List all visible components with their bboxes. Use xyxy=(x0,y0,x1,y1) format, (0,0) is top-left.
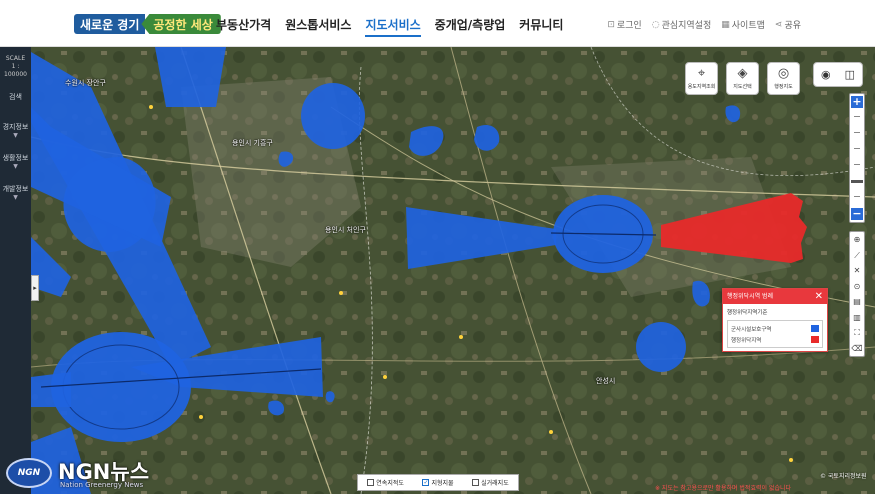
location-icon[interactable]: ⊕ xyxy=(850,232,864,248)
legend-list: 군사시설보호구역 행정위닥지역 xyxy=(727,320,823,348)
nav-real-estate-price[interactable]: 부동산가격 xyxy=(216,16,271,37)
poi-marker xyxy=(149,105,153,109)
layers-icon: ◈ xyxy=(737,66,748,81)
header: 새로운 경기 공정한 세상 부동산가격 원스톱서비스 지도서비스 중개업/측량업… xyxy=(0,0,875,47)
distance-icon: ⌖ xyxy=(697,66,706,81)
terrain-feature-toggle[interactable]: ✓ 지형지물 xyxy=(422,478,454,487)
nav-brokerage-survey[interactable]: 중개업/측량업 xyxy=(435,16,506,37)
zoom-control: + − xyxy=(849,93,865,223)
zoom-tick xyxy=(854,196,860,197)
cadastral-map-toggle[interactable]: 연속지적도 xyxy=(367,478,404,487)
military-zone xyxy=(155,47,226,107)
legend-item: 군사시설보호구역 xyxy=(731,323,819,334)
poi-marker xyxy=(199,415,203,419)
fullscreen-icon[interactable]: ⛶ xyxy=(850,325,864,341)
transaction-map-toggle[interactable]: 실거래지도 xyxy=(472,478,509,487)
measure-distance-icon[interactable]: ⟋ xyxy=(850,248,864,264)
sidebar-item-land-info[interactable]: 경지정보 ▼ xyxy=(0,122,31,139)
eraser-icon[interactable]: ⌫ xyxy=(850,341,864,357)
poi-marker xyxy=(789,458,793,462)
legend-body: 행정위닥지역기준 군사시설보호구역 행정위닥지역 xyxy=(723,304,827,352)
sidebar-item-development-info[interactable]: 개발정보 ▼ xyxy=(0,184,31,201)
legend-item: 행정위닥지역 xyxy=(731,334,819,345)
checkbox[interactable] xyxy=(367,479,375,486)
split-screen-icon[interactable]: ▥ xyxy=(850,310,864,326)
place-label: 안성시 xyxy=(596,377,616,385)
print-icon[interactable]: ▤ xyxy=(850,294,864,310)
military-zone xyxy=(301,83,365,149)
ngn-logo: NGN xyxy=(6,458,52,488)
watermark-sub: Nation Greenergy News xyxy=(60,481,144,489)
zoom-tick xyxy=(854,132,860,133)
approach-zone xyxy=(31,372,71,407)
sidebar-item-search[interactable]: 검색 xyxy=(0,92,31,102)
poi-marker xyxy=(549,430,553,434)
map-scale: SCALE 1 : 100000 xyxy=(4,55,27,78)
sidebar-item-life-info[interactable]: 생활정보 ▼ xyxy=(0,153,31,170)
land-use-query-button[interactable]: ⌖ 용도지역조회 xyxy=(685,62,718,95)
user-icon: ⊡ xyxy=(607,19,615,30)
caret-down-icon: ▼ xyxy=(13,132,18,139)
checkbox[interactable] xyxy=(472,479,480,486)
disclaimer-text: ※ 지도는 참고용으로만 활용하며 법적효력이 없습니다 xyxy=(655,485,792,492)
legend-popup: 행정위닥시역 범례 ✕ 행정위닥지역기준 군사시설보호구역 행정위닥지역 xyxy=(722,288,828,352)
caret-down-icon: ▼ xyxy=(13,194,18,201)
zoom-slider-handle[interactable] xyxy=(851,180,863,183)
airbase-zone xyxy=(51,332,191,442)
copyright-text: © 국토지리정보원 xyxy=(820,473,867,480)
utility-links: ⊡ 로그인 ◌ 관심지역설정 ▦ 사이트맵 ⋖ 공유 xyxy=(607,18,801,32)
view-toggle[interactable]: ◉ ◫ xyxy=(813,62,863,87)
map-canvas[interactable] xyxy=(31,47,875,494)
close-icon[interactable]: ✕ xyxy=(815,289,823,304)
logo-part2: 공정한 세상 xyxy=(141,14,221,34)
pin-icon: ◌ xyxy=(651,19,660,30)
checkbox[interactable]: ✓ xyxy=(422,479,430,486)
share-icon: ⋖ xyxy=(774,19,783,30)
zoom-tick xyxy=(854,148,860,149)
place-label: 용인시 기흥구 xyxy=(232,139,273,147)
legend-swatch xyxy=(811,325,819,332)
map-select-button[interactable]: ◈ 지도선택 xyxy=(726,62,759,95)
share-link[interactable]: ⋖ 공유 xyxy=(774,18,801,32)
poi-marker xyxy=(459,335,463,339)
zoom-tick xyxy=(854,116,860,117)
poi-marker xyxy=(383,375,387,379)
satellite-map[interactable] xyxy=(31,47,875,494)
measure-area-icon[interactable]: ✕ xyxy=(850,263,864,279)
nav-community[interactable]: 커뮤니티 xyxy=(519,16,563,37)
sitemap-link[interactable]: ▦ 사이트맵 xyxy=(721,18,765,32)
place-label: 용인시 처인구 xyxy=(325,226,366,234)
site-logo[interactable]: 새로운 경기 공정한 세상 xyxy=(74,14,221,34)
admin-map-button[interactable]: ◎ 행정지도 xyxy=(767,62,800,95)
zoom-out-button[interactable]: − xyxy=(851,208,863,220)
legend-subtitle: 행정위닥지역기준 xyxy=(727,310,768,316)
sidebar-toggle-button[interactable]: ▸ xyxy=(31,275,39,301)
left-sidebar: SCALE 1 : 100000 검색 경지정보 ▼ 생활정보 ▼ 개발정보 ▼ xyxy=(0,47,31,494)
map-tools-column: ⊕ ⟋ ✕ ⊙ ▤ ▥ ⛶ ⌫ xyxy=(849,231,865,357)
target-icon: ◎ xyxy=(777,66,790,81)
split-view-icon[interactable]: ◫ xyxy=(845,68,855,81)
zoom-tick xyxy=(854,164,860,165)
login-link[interactable]: ⊡ 로그인 xyxy=(607,18,641,32)
place-label: 수원시 장안구 xyxy=(65,79,106,87)
caret-down-icon: ▼ xyxy=(13,163,18,170)
ngn-watermark: NGN NGN뉴스 Nation Greenergy News xyxy=(4,455,154,494)
main-nav: 부동산가격 원스톱서비스 지도서비스 중개업/측량업 커뮤니티 xyxy=(216,16,563,37)
layer-toggle-bar: 연속지적도 ✓ 지형지물 실거래지도 xyxy=(357,474,519,491)
sitemap-icon: ▦ xyxy=(721,19,730,30)
poi-marker xyxy=(339,291,343,295)
radius-icon[interactable]: ⊙ xyxy=(850,279,864,295)
zoom-in-button[interactable]: + xyxy=(851,96,863,108)
legend-swatch xyxy=(811,336,819,343)
nav-map-service[interactable]: 지도서비스 xyxy=(365,16,421,37)
legend-header: 행정위닥시역 범례 ✕ xyxy=(723,289,827,304)
nav-one-stop-service[interactable]: 원스톱서비스 xyxy=(285,16,351,37)
interest-area-link[interactable]: ◌ 관심지역설정 xyxy=(651,18,712,32)
military-zone xyxy=(474,124,500,151)
street-view-icon[interactable]: ◉ xyxy=(821,68,831,81)
logo-part1: 새로운 경기 xyxy=(74,14,146,34)
military-zone xyxy=(636,322,686,372)
